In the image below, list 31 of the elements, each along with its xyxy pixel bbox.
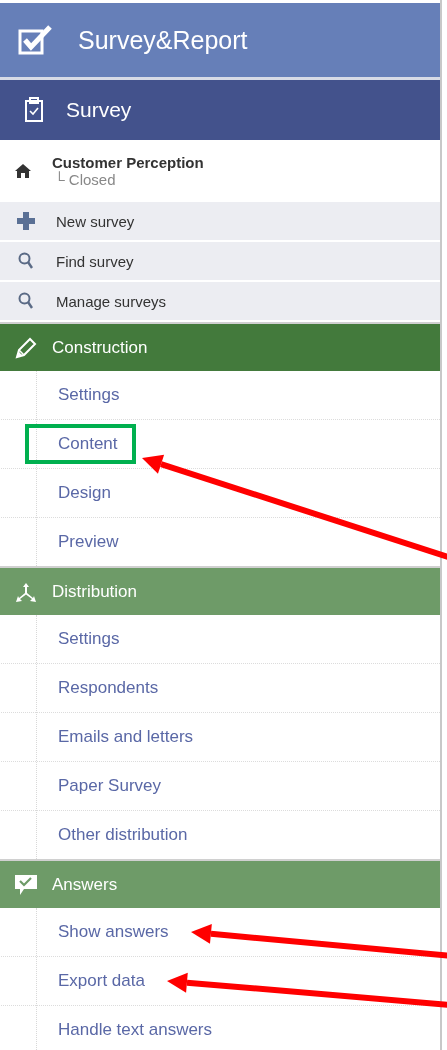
menu-link[interactable]: Settings	[49, 629, 120, 649]
menu-link[interactable]: Emails and letters	[49, 727, 194, 747]
menu-link[interactable]: Design	[49, 483, 111, 503]
section-header[interactable]: Distribution	[0, 566, 440, 615]
module-title: Survey	[66, 98, 132, 122]
home-icon	[14, 163, 32, 179]
menu-link[interactable]: Content	[25, 424, 136, 464]
menu-link[interactable]: Handle text answers	[49, 1020, 213, 1040]
plus-icon	[17, 212, 35, 230]
clipboard-icon	[24, 97, 44, 123]
section-header[interactable]: Answers	[0, 859, 440, 908]
chat-check-icon	[14, 873, 38, 896]
action-item[interactable]: Find survey	[0, 242, 440, 282]
menu-link[interactable]: Paper Survey	[49, 776, 161, 796]
pencil-icon	[15, 336, 37, 359]
menu-link[interactable]: Other distribution	[49, 825, 188, 845]
survey-name: Customer Perception	[52, 154, 204, 171]
app-title: Survey&Report	[78, 25, 248, 55]
search-icon	[18, 292, 34, 310]
survey-status: └ Closed	[53, 171, 117, 188]
menu-link[interactable]: Export data	[49, 971, 145, 991]
menu-link[interactable]: Show answers	[49, 922, 169, 942]
search-icon	[18, 252, 34, 270]
action-item[interactable]: Manage surveys	[0, 282, 440, 322]
section-header[interactable]: Construction	[0, 322, 440, 371]
menu-link[interactable]: Respondents	[49, 678, 159, 698]
menu-link[interactable]: Preview	[49, 532, 119, 552]
action-item[interactable]: New survey	[0, 202, 440, 242]
menu-link[interactable]: Settings	[49, 385, 120, 405]
checkbox-icon	[18, 25, 54, 55]
module-bar[interactable]: Survey	[0, 80, 440, 140]
